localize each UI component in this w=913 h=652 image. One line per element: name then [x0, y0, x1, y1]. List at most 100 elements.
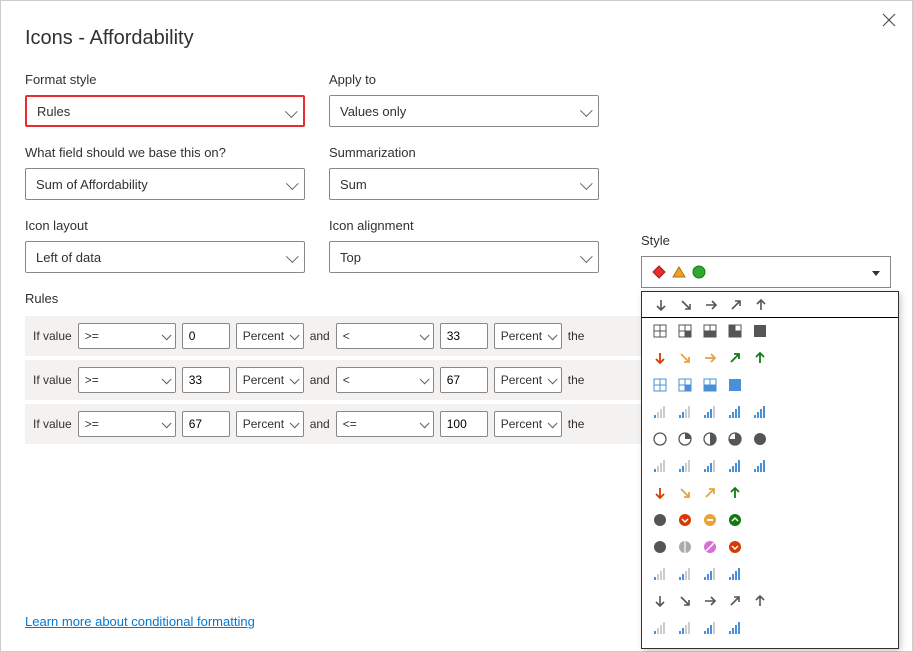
- style-option[interactable]: [641, 291, 899, 318]
- rule-val2-input[interactable]: [440, 323, 488, 349]
- style-option[interactable]: [642, 452, 898, 479]
- style-option[interactable]: [642, 371, 898, 398]
- rule-row: If value >= Percent and <= Percent the: [25, 404, 650, 444]
- style-option[interactable]: [642, 587, 898, 614]
- arrow-ur-orange-icon: [702, 485, 718, 501]
- apply-to-select[interactable]: Values only: [329, 95, 599, 127]
- rule-op1-select[interactable]: >=: [78, 323, 176, 349]
- arrow-up-right-icon: [728, 297, 744, 313]
- learn-more-link[interactable]: Learn more about conditional formatting: [25, 614, 255, 629]
- style-option[interactable]: [642, 398, 898, 425]
- format-style-select[interactable]: Rules: [25, 95, 305, 127]
- bars-icon: [752, 458, 768, 474]
- icons-dialog: Icons - Affordability Format style Rules…: [0, 0, 913, 652]
- quadrant-1-icon: [677, 323, 693, 339]
- arrow-up-right-icon: [727, 593, 743, 609]
- arrow-up-icon: [752, 593, 768, 609]
- bars-icon: [677, 566, 693, 582]
- rule-unit2-select[interactable]: Percent: [494, 411, 562, 437]
- icon-layout-label: Icon layout: [25, 218, 305, 233]
- arrow-right-icon: [702, 593, 718, 609]
- quad-b4-icon: [727, 377, 743, 393]
- circle-dark-icon: [652, 539, 668, 555]
- style-option[interactable]: [642, 506, 898, 533]
- bars-4-icon: [727, 404, 743, 420]
- dialog-title: Icons - Affordability: [25, 27, 888, 50]
- summarization-select[interactable]: Sum: [329, 168, 599, 200]
- circle-icon: [692, 265, 706, 279]
- apply-to-label: Apply to: [329, 72, 599, 87]
- rule-op2-select[interactable]: <: [336, 367, 434, 393]
- rule-op2-select[interactable]: <=: [336, 411, 434, 437]
- close-button[interactable]: [878, 9, 900, 31]
- style-label: Style: [641, 233, 891, 248]
- arrow-dr-orange-icon: [677, 350, 693, 366]
- rule-unit2-select[interactable]: Percent: [494, 323, 562, 349]
- diamond-icon: [652, 265, 666, 279]
- rule-unit1-select[interactable]: Percent: [236, 367, 304, 393]
- style-dropdown[interactable]: [641, 291, 899, 649]
- format-style-label: Format style: [25, 72, 305, 87]
- bars-icon: [677, 458, 693, 474]
- bars-3-icon: [702, 404, 718, 420]
- style-option[interactable]: [642, 425, 898, 452]
- arrow-down-right-icon: [678, 297, 694, 313]
- rule-unit1-select[interactable]: Percent: [236, 323, 304, 349]
- quadrant-4-icon: [752, 323, 768, 339]
- style-select[interactable]: [641, 256, 891, 288]
- arrow-up-green-icon: [727, 485, 743, 501]
- rule-val2-input[interactable]: [440, 411, 488, 437]
- icon-layout-select[interactable]: Left of data: [25, 241, 305, 273]
- style-option[interactable]: [642, 344, 898, 371]
- arrow-down-right-icon: [677, 593, 693, 609]
- pie-100-icon: [752, 431, 768, 447]
- bars-icon: [677, 620, 693, 636]
- rule-unit1-select[interactable]: Percent: [236, 411, 304, 437]
- circle-orange-dash-icon: [702, 512, 718, 528]
- rules-list: If value >= Percent and < Percent the If…: [25, 316, 650, 444]
- arrow-down-icon: [653, 297, 669, 313]
- quad-b2-icon: [702, 377, 718, 393]
- arrow-up-icon: [753, 297, 769, 313]
- style-option[interactable]: [642, 560, 898, 587]
- arrow-right-icon: [703, 297, 719, 313]
- circle-dark-icon: [652, 512, 668, 528]
- pie-0-icon: [652, 431, 668, 447]
- icon-alignment-label: Icon alignment: [329, 218, 599, 233]
- rule-op2-select[interactable]: <: [336, 323, 434, 349]
- rule-val1-input[interactable]: [182, 411, 230, 437]
- circle-red-chevron-icon: [727, 539, 743, 555]
- arrow-down-red-icon: [652, 485, 668, 501]
- rule-val1-input[interactable]: [182, 367, 230, 393]
- arrow-dr-orange-icon: [677, 485, 693, 501]
- and-label: and: [310, 329, 330, 343]
- bars-icon: [652, 566, 668, 582]
- quadrant-0-icon: [652, 323, 668, 339]
- rule-op1-select[interactable]: >=: [78, 367, 176, 393]
- rule-row: If value >= Percent and < Percent the: [25, 316, 650, 356]
- icon-alignment-select[interactable]: Top: [329, 241, 599, 273]
- bars-icon: [702, 566, 718, 582]
- bars-icon: [727, 458, 743, 474]
- style-option[interactable]: [642, 614, 898, 641]
- triangle-icon: [672, 265, 686, 279]
- style-option[interactable]: [642, 533, 898, 560]
- circle-gray-split-icon: [677, 539, 693, 555]
- style-option[interactable]: [642, 317, 898, 344]
- bars-5-icon: [752, 404, 768, 420]
- bars-icon: [727, 620, 743, 636]
- pie-50-icon: [702, 431, 718, 447]
- close-icon: [882, 13, 896, 27]
- quadrant-3-icon: [727, 323, 743, 339]
- base-field-select[interactable]: Sum of Affordability: [25, 168, 305, 200]
- bars-icon: [702, 458, 718, 474]
- bars-1-icon: [652, 404, 668, 420]
- bars-icon: [652, 620, 668, 636]
- style-option[interactable]: [642, 479, 898, 506]
- rule-val1-input[interactable]: [182, 323, 230, 349]
- rule-val2-input[interactable]: [440, 367, 488, 393]
- rule-unit2-select[interactable]: Percent: [494, 367, 562, 393]
- rule-op1-select[interactable]: >=: [78, 411, 176, 437]
- bars-icon: [652, 458, 668, 474]
- arrow-up-green-icon: [752, 350, 768, 366]
